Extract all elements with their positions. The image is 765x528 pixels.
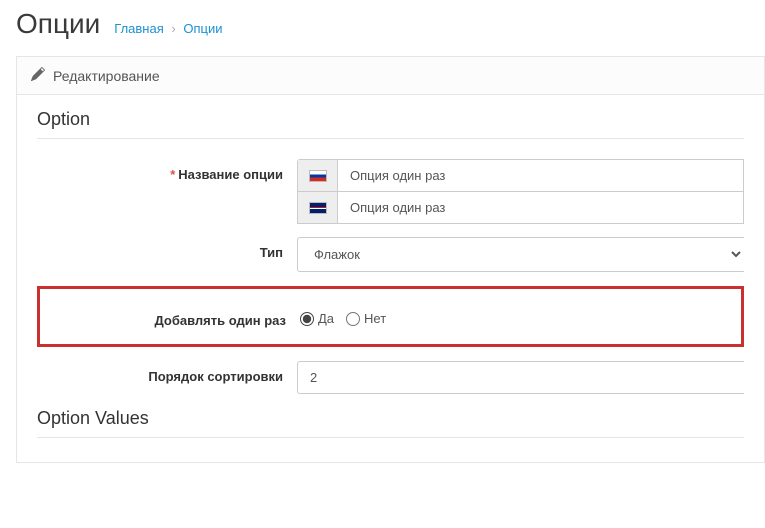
flag-en-addon <box>298 192 338 223</box>
radio-yes[interactable]: Да <box>300 311 334 326</box>
panel-heading: Редактирование <box>17 57 764 95</box>
label-add-once: Добавлять один раз <box>154 313 286 328</box>
panel-heading-text: Редактирование <box>53 68 160 84</box>
input-group-ru <box>297 159 744 192</box>
radio-yes-label: Да <box>318 311 334 326</box>
label-sort-order: Порядок сортировки <box>148 369 283 384</box>
highlight-box: Добавлять один раз Да Нет <box>37 286 744 347</box>
row-add-once: Добавлять один раз Да Нет <box>40 305 741 328</box>
flag-en-icon <box>309 202 327 214</box>
page-title: Опции <box>16 8 100 40</box>
row-type: Тип Флажок <box>37 237 744 272</box>
flag-ru-icon <box>309 170 327 182</box>
legend-option: Option <box>37 109 744 139</box>
option-name-en-input[interactable] <box>338 192 743 223</box>
radio-no[interactable]: Нет <box>346 311 386 326</box>
input-group-en <box>297 191 744 224</box>
row-sort-order: Порядок сортировки <box>37 361 744 394</box>
flag-ru-addon <box>298 160 338 191</box>
add-once-radio-group: Да Нет <box>300 305 741 326</box>
radio-no-input[interactable] <box>346 312 360 326</box>
required-marker: * <box>170 167 175 182</box>
breadcrumb-home[interactable]: Главная <box>114 21 163 36</box>
legend-option-values: Option Values <box>37 408 744 438</box>
pencil-icon <box>31 67 45 84</box>
type-select[interactable]: Флажок <box>297 237 744 272</box>
sort-order-input[interactable] <box>297 361 744 394</box>
page-header: Опции Главная › Опции <box>16 8 765 40</box>
radio-yes-input[interactable] <box>300 312 314 326</box>
breadcrumb-separator: › <box>171 21 175 36</box>
radio-no-label: Нет <box>364 311 386 326</box>
edit-panel: Редактирование Option *Название опции <box>16 56 765 463</box>
label-option-name: Название опции <box>178 167 283 182</box>
row-option-name: *Название опции <box>37 159 744 223</box>
breadcrumb: Главная › Опции <box>114 21 222 36</box>
label-type: Тип <box>260 245 283 260</box>
option-name-ru-input[interactable] <box>338 160 743 191</box>
breadcrumb-current[interactable]: Опции <box>183 21 222 36</box>
